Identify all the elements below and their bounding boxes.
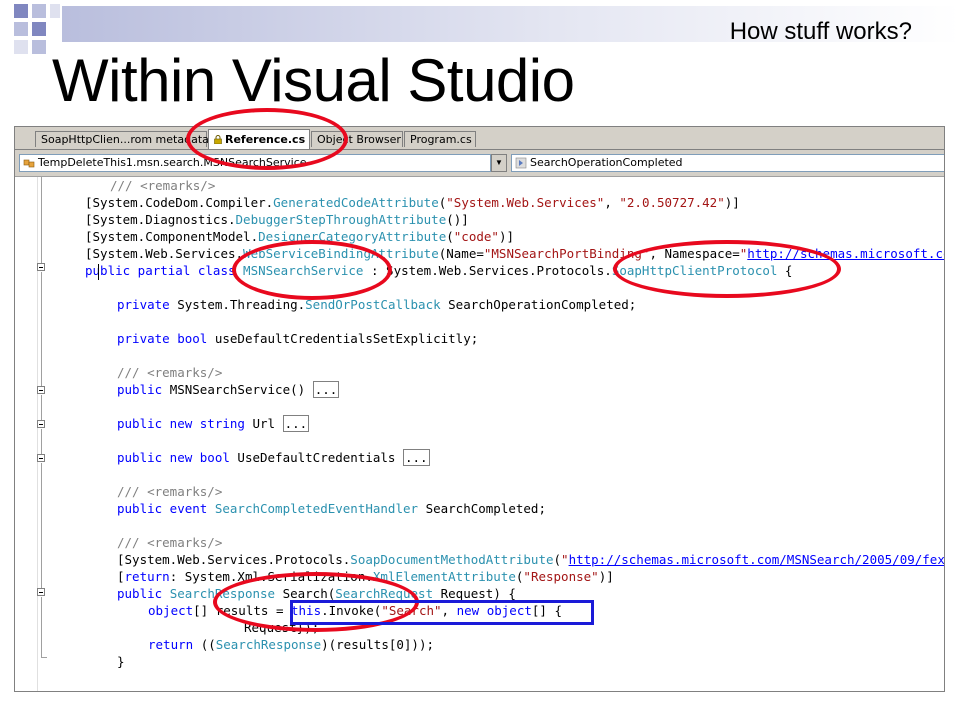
navigation-bar: TempDeleteThis1.msn.search.MSNSearchServ… [15,150,944,177]
code-line: Request}); [244,620,320,635]
lock-icon [214,135,222,144]
outline-line [41,463,42,588]
code-line: [return: System.Xml.Serialization.XmlEle… [117,569,614,584]
outline-line [41,657,47,658]
code-line: public MSNSearchService() ... [117,381,340,398]
outline-line [41,177,42,263]
outline-line [41,597,42,657]
member-selector-value: SearchOperationCompleted [530,156,683,169]
code-line: } [117,654,125,669]
member-selector[interactable]: SearchOperationCompleted [511,154,944,172]
decor-square [14,4,28,18]
tab-object-browser[interactable]: Object Browser [311,131,403,147]
type-selector-value: TempDeleteThis1.msn.search.MSNSearchServ… [38,156,307,169]
document-tab-strip: SoapHttpClien...rom metadata] Reference.… [15,127,944,150]
code-line: /// <remarks/> [117,535,223,550]
collapse-box-icon[interactable] [37,420,45,428]
slide-subtitle: How stuff works? [729,18,912,45]
decor-square [32,4,46,18]
collapsed-region[interactable]: ... [403,449,430,466]
event-icon [515,157,527,169]
outline-line [41,429,42,454]
tab-label: Reference.cs [225,133,306,146]
code-line: public new string Url ... [117,415,310,432]
code-line: private System.Threading.SendOrPostCallb… [117,297,637,312]
tab-label: Object Browser [317,133,401,146]
code-line: public partial class MSNSearchService : … [85,263,793,278]
code-line: /// <remarks/> [110,178,216,193]
decor-square [32,22,46,36]
code-editor[interactable]: /// <remarks/> [System.CodeDom.Compiler.… [15,177,944,691]
code-line: [System.Web.Services.WebServiceBindingAt… [85,246,944,261]
collapsed-region[interactable]: ... [312,381,340,398]
code-line: [System.Diagnostics.DebuggerStepThroughA… [85,212,469,227]
outline-line [41,272,42,386]
tab-label: Program.cs [410,133,472,146]
text-caret [98,264,99,280]
visual-studio-window: SoapHttpClien...rom metadata] Reference.… [14,126,945,692]
code-line: private bool useDefaultCredentialsSetExp… [117,331,479,346]
collapse-box-icon[interactable] [37,263,45,271]
chevron-down-icon[interactable]: ▼ [491,154,507,172]
decor-square [50,4,60,18]
code-line: object[] results = this.Invoke("Search",… [148,603,562,618]
tab-label: SoapHttpClien...rom metadata] [41,133,214,146]
collapse-box-icon[interactable] [37,454,45,462]
collapse-box-icon[interactable] [37,386,45,394]
tab-reference-cs[interactable]: Reference.cs [208,129,310,149]
tab-program-cs[interactable]: Program.cs [404,131,476,147]
tab-soaphttpclient[interactable]: SoapHttpClien...rom metadata] [35,131,213,147]
code-line: [System.Web.Services.Protocols.SoapDocum… [117,552,945,567]
decor-square [32,40,46,54]
type-selector[interactable]: TempDeleteThis1.msn.search.MSNSearchServ… [19,154,491,172]
collapsed-region[interactable]: ... [282,415,310,432]
code-line: /// <remarks/> [117,484,223,499]
class-icon [23,159,35,168]
code-line: public event SearchCompletedEventHandler… [117,501,546,516]
code-line: [System.CodeDom.Compiler.GeneratedCodeAt… [85,195,740,210]
code-line: public SearchResponse Search(SearchReque… [117,586,516,601]
editor-gutter [15,177,38,691]
slide-title: Within Visual Studio [52,47,575,114]
decor-square [14,40,28,54]
decor-square [14,22,28,36]
code-line: public new bool UseDefaultCredentials ..… [117,449,430,466]
code-line: /// <remarks/> [117,365,223,380]
outline-line [41,395,42,420]
code-line: return ((SearchResponse)(results[0])); [148,637,434,652]
code-line: [System.ComponentModel.DesignerCategoryA… [85,229,514,244]
collapse-box-icon[interactable] [37,588,45,596]
